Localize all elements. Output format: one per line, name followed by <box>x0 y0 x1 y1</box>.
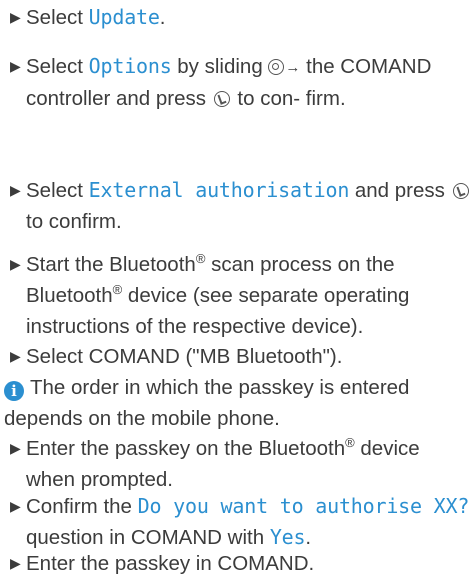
dialog-question-authorise: Do you want to authorise XX? <box>137 494 470 518</box>
registered-mark: ® <box>345 435 355 451</box>
step-text: Start the Bluetooth® scan process on the… <box>26 251 410 338</box>
bullet-arrow-icon: ▶ <box>10 348 21 364</box>
step-confirm-authorise: ▶ Confirm the Do you want to authorise X… <box>10 491 472 553</box>
bullet-arrow-icon: ▶ <box>10 498 21 514</box>
step-start-bluetooth-scan: ▶ Start the Bluetooth® scan process on t… <box>10 249 472 342</box>
bullet-arrow-icon: ▶ <box>10 555 21 571</box>
step-text: Select External authorisation and press … <box>10 175 472 237</box>
step-select-update: ▶ Select Update. <box>10 2 472 33</box>
registered-mark: ® <box>112 282 123 298</box>
note-text: The order in which the passkey is entere… <box>4 376 410 430</box>
arrow-right-icon: → <box>285 59 301 76</box>
info-note: i The order in which the passkey is enter… <box>4 372 472 434</box>
step-select-options: ▶ Select Options by sliding → the COMAND… <box>10 51 472 114</box>
step-text: Enter the passkey in COMAND. <box>26 552 315 575</box>
step-select-external-authorisation: ▶ Select External authorisation and pres… <box>10 175 472 237</box>
step-text: Select Options by sliding → the COMAND c… <box>26 54 432 110</box>
step-text: Select COMAND ("MB Bluetooth"). <box>26 345 343 368</box>
menu-item-options: Options <box>88 54 172 78</box>
step-text: Confirm the Do you want to authorise XX?… <box>26 494 470 549</box>
bullet-arrow-icon: ▶ <box>10 58 21 74</box>
menu-item-update: Update <box>88 5 160 29</box>
menu-item-external-authorisation: External authorisation <box>88 178 350 202</box>
bullet-arrow-icon: ▶ <box>10 182 21 198</box>
step-enter-passkey-device: ▶ Enter the passkey on the Bluetooth® de… <box>10 433 472 495</box>
step-select-comand: ▶ Select COMAND ("MB Bluetooth"). <box>10 341 472 372</box>
registered-mark: ® <box>195 251 206 267</box>
bullet-arrow-icon: ▶ <box>10 440 21 456</box>
press-controller-icon <box>452 183 469 199</box>
bullet-arrow-icon: ▶ <box>10 9 21 25</box>
info-icon: i <box>4 381 24 401</box>
step-enter-passkey-comand: ▶ Enter the passkey in COMAND. <box>10 548 472 579</box>
step-text: Select Update. <box>26 5 166 29</box>
press-controller-icon <box>213 91 230 107</box>
controller-slide-icon <box>268 59 285 75</box>
bullet-arrow-icon: ▶ <box>10 256 21 272</box>
step-text: Enter the passkey on the Bluetooth® devi… <box>26 435 420 491</box>
menu-item-yes: Yes <box>269 525 306 549</box>
